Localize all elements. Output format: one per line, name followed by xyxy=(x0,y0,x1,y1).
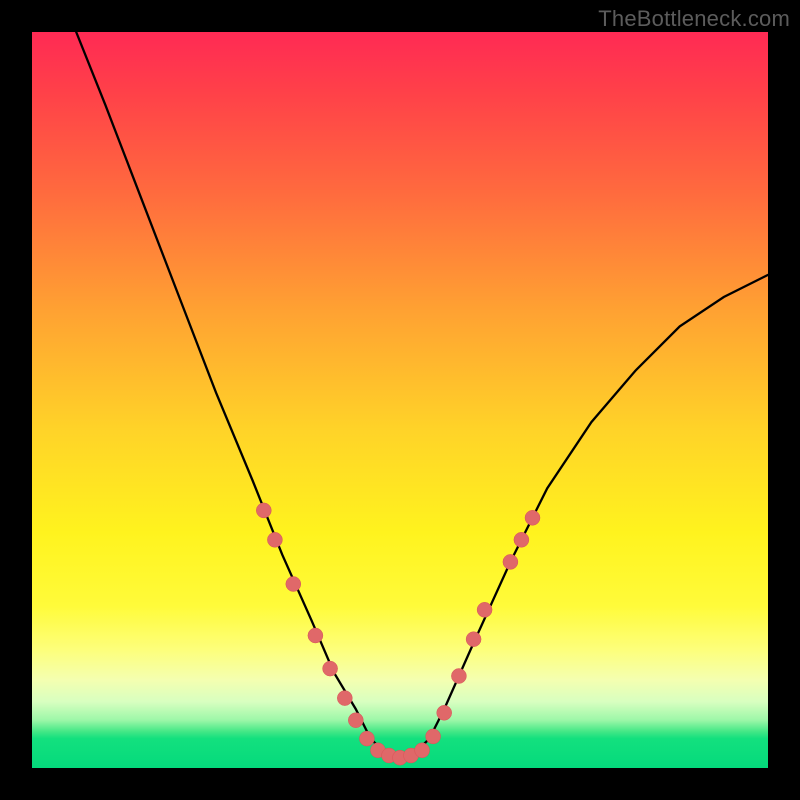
curve-marker xyxy=(267,532,282,547)
curve-marker xyxy=(415,743,430,758)
curve-marker xyxy=(256,503,271,518)
curve-marker xyxy=(503,554,518,569)
curve-marker xyxy=(308,628,323,643)
curve-marker xyxy=(525,510,540,525)
curve-markers xyxy=(256,503,540,765)
curve-marker xyxy=(437,705,452,720)
curve-marker xyxy=(451,669,466,684)
chart-frame: TheBottleneck.com xyxy=(0,0,800,800)
curve-marker xyxy=(477,602,492,617)
curve-marker xyxy=(514,532,529,547)
curve-marker xyxy=(426,729,441,744)
curve-marker xyxy=(337,691,352,706)
bottleneck-curve xyxy=(76,32,768,758)
watermark-text: TheBottleneck.com xyxy=(598,6,790,32)
curve-marker xyxy=(286,577,301,592)
curve-marker xyxy=(359,731,374,746)
chart-svg xyxy=(32,32,768,768)
chart-plot-area xyxy=(32,32,768,768)
curve-marker xyxy=(323,661,338,676)
curve-marker xyxy=(466,632,481,647)
curve-marker xyxy=(348,713,363,728)
